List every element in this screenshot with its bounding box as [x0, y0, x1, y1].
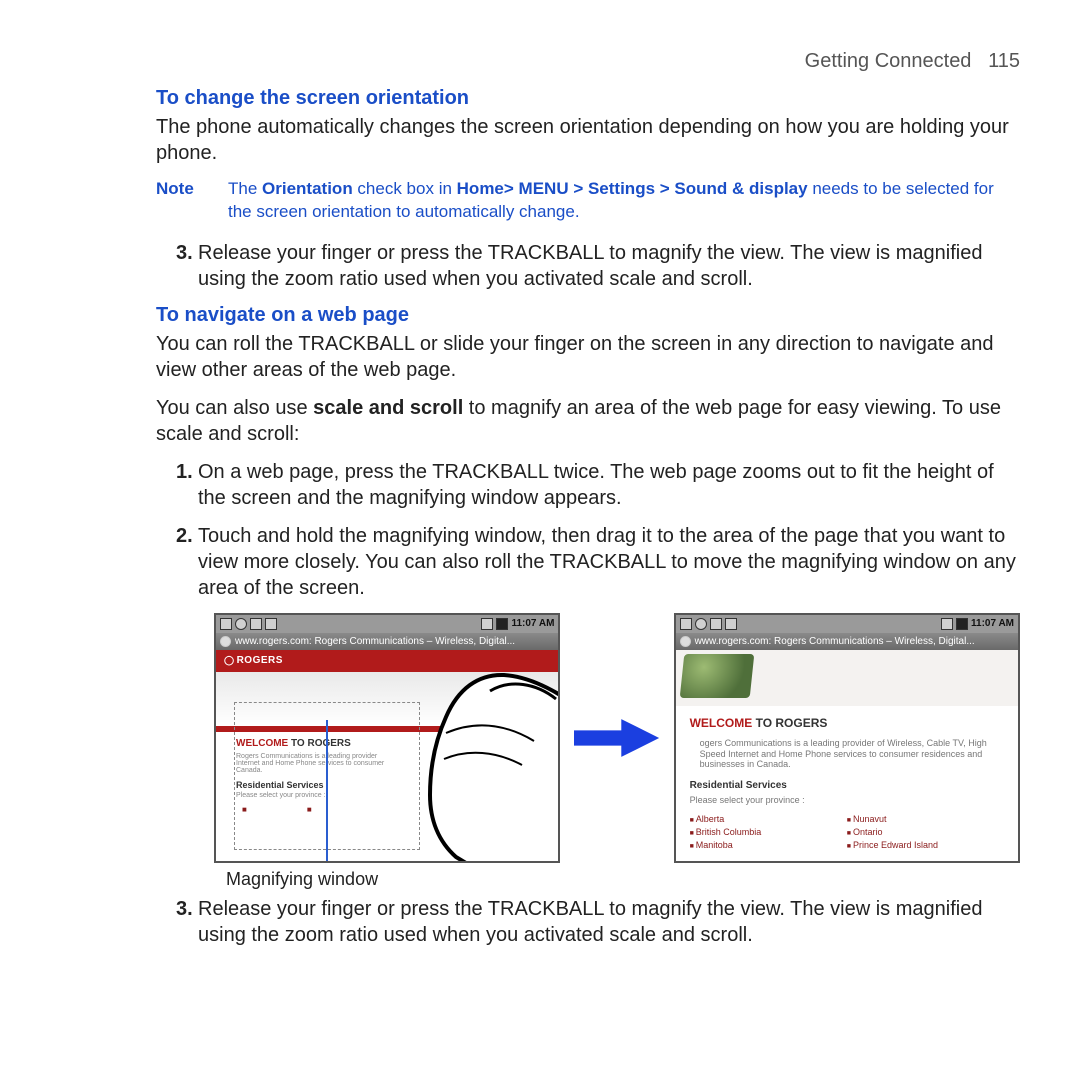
status-left-icons [220, 618, 277, 630]
step-number: 2. [176, 523, 193, 549]
screenshot-right: 11:07 AM www.rogers.com: Rogers Communic… [674, 613, 1020, 863]
url-bar: www.rogers.com: Rogers Communications – … [216, 633, 558, 650]
screenshot-left: 11:07 AM www.rogers.com: Rogers Communic… [214, 613, 560, 863]
list-item: 3. Release your finger or press the TRAC… [198, 240, 1020, 292]
status-icon [710, 618, 722, 630]
list-item: 1. On a web page, press the TRACKBALL tw… [198, 459, 1020, 511]
battery-icon [496, 618, 508, 630]
step-number: 3. [176, 240, 193, 266]
step-number: 3. [176, 896, 193, 922]
right-body: WELCOME TO ROGERS ogers Communications i… [676, 706, 1018, 852]
step-list-main: 1. On a web page, press the TRACKBALL tw… [60, 459, 1020, 601]
province-columns: Alberta British Columbia Manitoba Nunavu… [690, 813, 1004, 851]
page-number: 115 [988, 50, 1020, 72]
section-title: Getting Connected [805, 50, 972, 72]
step-list-bottom: 3. Release your finger or press the TRAC… [60, 896, 1020, 948]
note-body: The Orientation check box in Home> MENU … [228, 178, 1020, 224]
arrow-icon [574, 718, 659, 758]
manual-page: Getting Connected 115 To change the scre… [0, 0, 1080, 1000]
note-label: Note [156, 178, 228, 224]
page-header: Getting Connected 115 [60, 50, 1020, 73]
heading-navigate: To navigate on a web page [156, 304, 1020, 327]
globe-icon [220, 636, 231, 647]
signal-icon [941, 618, 953, 630]
note-block: Note The Orientation check box in Home> … [156, 178, 1020, 224]
province-col-left: Alberta British Columbia Manitoba [690, 813, 847, 851]
step-number: 1. [176, 459, 193, 485]
list-item: 3. Release your finger or press the TRAC… [198, 896, 1020, 948]
signal-icon [481, 618, 493, 630]
status-bar: 11:07 AM [676, 615, 1018, 633]
status-icon [250, 618, 262, 630]
battery-icon [956, 618, 968, 630]
status-icon [265, 618, 277, 630]
status-bar: 11:07 AM [216, 615, 558, 633]
status-icon [220, 618, 232, 630]
paragraph-navigate-1: You can roll the TRACKBALL or slide your… [156, 331, 1020, 383]
callout-line [326, 720, 328, 863]
mini-page: ◯ ROGERS WELCOME TO ROGERS Rogers Commun… [216, 650, 558, 861]
status-left-icons [680, 618, 737, 630]
arrow-between [574, 718, 659, 758]
url-text: www.rogers.com: Rogers Communications – … [235, 636, 515, 647]
status-icon [725, 618, 737, 630]
thumb-icon [386, 669, 560, 863]
status-icon [695, 618, 707, 630]
figure-caption: Magnifying window [226, 869, 1020, 890]
heading-orientation: To change the screen orientation [156, 87, 1020, 110]
url-text: www.rogers.com: Rogers Communications – … [695, 636, 975, 647]
step-text: Release your finger or press the TRACKBA… [198, 242, 982, 290]
right-banner [676, 650, 1018, 706]
status-time: 11:07 AM [971, 618, 1014, 629]
mini-page: WELCOME TO ROGERS ogers Communications i… [676, 650, 1018, 861]
globe-icon [680, 636, 691, 647]
thumb-illustration [386, 669, 560, 863]
right-subhead: Residential Services [690, 780, 1004, 791]
banner-photo [679, 654, 754, 698]
status-right-icons: 11:07 AM [481, 618, 554, 630]
figure-row: 11:07 AM www.rogers.com: Rogers Communic… [214, 613, 1020, 863]
step-text: Touch and hold the magnifying window, th… [198, 525, 1016, 599]
right-select-prov: Please select your province : [690, 795, 1004, 805]
status-right-icons: 11:07 AM [941, 618, 1014, 630]
step-text: Release your finger or press the TRACKBA… [198, 898, 982, 946]
province-col-right: Nunavut Ontario Prince Edward Island [847, 813, 1004, 851]
status-time: 11:07 AM [511, 618, 554, 629]
step-list-top: 3. Release your finger or press the TRAC… [60, 240, 1020, 292]
url-bar: www.rogers.com: Rogers Communications – … [676, 633, 1018, 650]
right-desc: ogers Communications is a leading provid… [690, 738, 1004, 770]
paragraph-navigate-2: You can also use scale and scroll to mag… [156, 395, 1020, 447]
paragraph-orientation: The phone automatically changes the scre… [156, 114, 1020, 166]
status-icon [235, 618, 247, 630]
step-text: On a web page, press the TRACKBALL twice… [198, 461, 994, 509]
welcome-heading: WELCOME TO ROGERS [690, 716, 1004, 730]
list-item: 2. Touch and hold the magnifying window,… [198, 523, 1020, 601]
figure-block: 11:07 AM www.rogers.com: Rogers Communic… [214, 613, 1020, 890]
status-icon [680, 618, 692, 630]
